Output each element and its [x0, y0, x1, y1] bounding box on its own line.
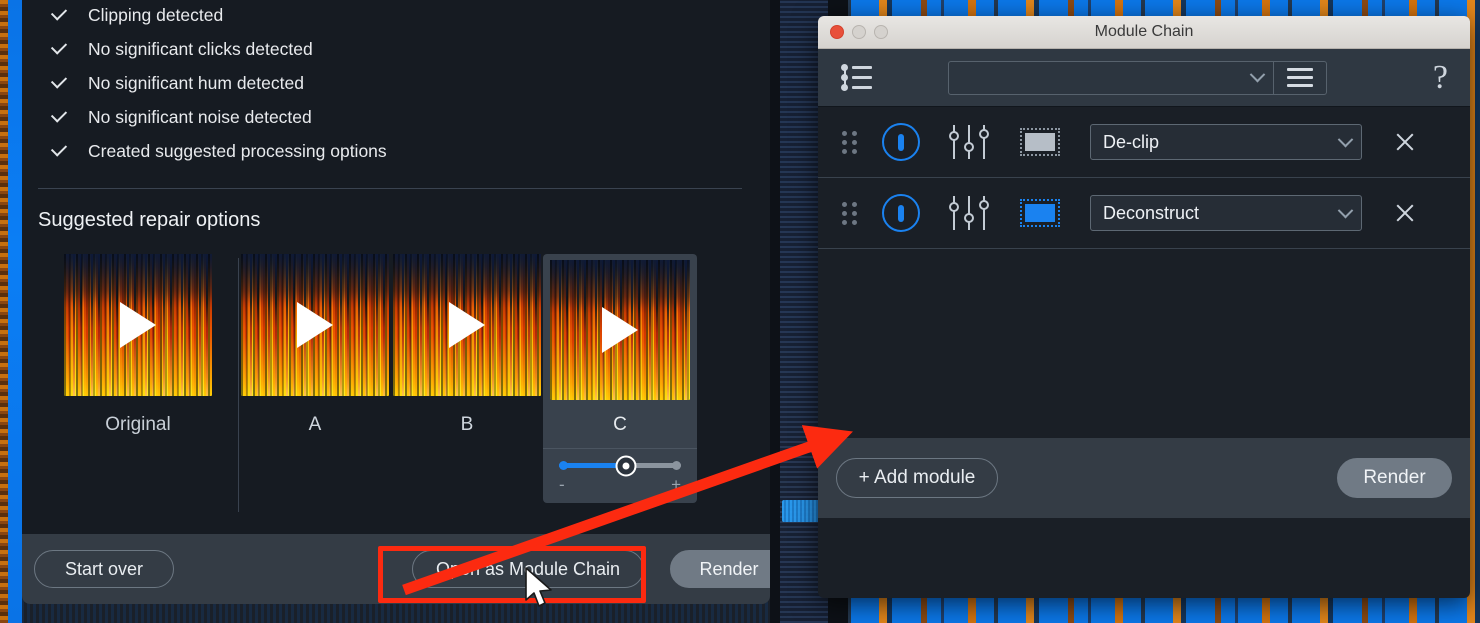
render-button[interactable]: Render — [670, 550, 770, 588]
check-icon — [50, 40, 68, 58]
module-row[interactable]: Deconstruct — [818, 178, 1470, 249]
checklist-item-label: No significant clicks detected — [88, 38, 313, 59]
chain-list-icon[interactable] — [840, 63, 874, 92]
check-icon — [50, 74, 68, 92]
repair-option-label: Original — [105, 414, 171, 435]
chevron-down-icon — [1249, 66, 1266, 83]
repair-option-label: C — [613, 414, 627, 435]
module-chain-footer: + Add module Render — [818, 438, 1470, 518]
module-list: De-clip Deconstruct + Add module Render — [818, 107, 1470, 518]
module-select[interactable]: Deconstruct — [1090, 195, 1362, 231]
module-chain-render-button[interactable]: Render — [1337, 458, 1452, 498]
slider-end-labels: - + — [559, 476, 681, 493]
spectrogram-thumbnail — [550, 260, 690, 400]
remove-module-icon[interactable] — [1392, 129, 1418, 155]
checklist-item-label: Clipping detected — [88, 4, 224, 25]
spectrogram-edge-selection — [8, 0, 22, 623]
window-title: Module Chain — [1094, 23, 1194, 40]
drag-handle-icon[interactable] — [842, 202, 860, 225]
screen-root: Clipping detected No significant clicks … — [0, 0, 1480, 623]
slider-track[interactable] — [559, 455, 681, 476]
repair-options-list: Original A B C - + — [22, 254, 770, 516]
play-icon[interactable] — [297, 302, 333, 348]
checklist-item: No significant hum detected — [50, 66, 770, 100]
spectrogram-thumbnail — [64, 254, 212, 396]
power-icon[interactable] — [882, 194, 920, 232]
slider-increase-label[interactable]: + — [671, 476, 681, 493]
analysis-checklist: Clipping detected No significant clicks … — [22, 0, 770, 168]
slider-min-dot — [559, 461, 568, 470]
faders-icon[interactable] — [948, 196, 990, 230]
module-row[interactable]: De-clip — [818, 107, 1470, 178]
module-name: Deconstruct — [1103, 202, 1200, 223]
slider-knob[interactable] — [615, 455, 637, 476]
drag-handle-icon[interactable] — [842, 131, 860, 154]
checklist-item: Created suggested processing options — [50, 134, 770, 168]
checklist-item: Clipping detected — [50, 0, 770, 32]
play-icon[interactable] — [602, 307, 638, 353]
region-select-icon[interactable] — [1020, 128, 1060, 156]
faders-icon[interactable] — [948, 125, 990, 159]
slider-decrease-label[interactable]: - — [559, 476, 565, 493]
start-over-button[interactable]: Start over — [34, 550, 174, 588]
spectrogram-thumbnail — [241, 254, 389, 396]
power-icon[interactable] — [882, 123, 920, 161]
slider-max-dot — [672, 461, 681, 470]
checklist-item-label: No significant noise detected — [88, 106, 312, 127]
check-icon — [50, 6, 68, 24]
add-module-button[interactable]: + Add module — [836, 458, 998, 498]
window-titlebar[interactable]: Module Chain — [818, 16, 1470, 49]
preset-select[interactable] — [948, 60, 1274, 95]
check-icon — [50, 142, 68, 160]
checklist-item: No significant noise detected — [50, 100, 770, 134]
repair-option-a[interactable]: A — [239, 254, 391, 436]
module-name: De-clip — [1103, 131, 1160, 152]
repair-option-c[interactable]: C - + — [543, 254, 697, 503]
module-select[interactable]: De-clip — [1090, 124, 1362, 160]
repair-option-label: A — [308, 414, 322, 435]
preset-menu-button[interactable] — [1273, 60, 1327, 95]
module-chain-toolbar: ? — [818, 49, 1470, 107]
repair-option-label: B — [460, 414, 474, 435]
remove-module-icon[interactable] — [1392, 200, 1418, 226]
assistant-footer: Start over Open as Module Chain Render — [22, 534, 770, 604]
section-title: Suggested repair options — [38, 209, 261, 231]
chevron-down-icon — [1337, 131, 1354, 147]
check-icon — [50, 108, 68, 126]
chevron-down-icon — [1337, 202, 1354, 218]
checklist-item-label: Created suggested processing options — [88, 140, 387, 161]
repair-option-b[interactable]: B — [391, 254, 543, 436]
play-icon[interactable] — [449, 302, 485, 348]
region-select-icon[interactable] — [1020, 199, 1060, 227]
play-icon[interactable] — [120, 302, 156, 348]
checklist-item: No significant clicks detected — [50, 32, 770, 66]
checklist-item-label: No significant hum detected — [88, 72, 304, 93]
module-chain-window: Module Chain ? De-clip Deconstruct + Add… — [818, 16, 1470, 598]
spectrogram-thumbnail — [393, 254, 541, 396]
open-as-module-chain-button[interactable]: Open as Module Chain — [412, 550, 644, 588]
repair-assistant-panel: Clipping detected No significant clicks … — [22, 0, 770, 604]
divider — [38, 188, 742, 189]
repair-option-original[interactable]: Original — [38, 254, 238, 436]
intensity-slider[interactable]: - + — [543, 448, 697, 503]
help-icon[interactable]: ? — [1433, 60, 1454, 95]
preset-controls — [948, 60, 1327, 95]
